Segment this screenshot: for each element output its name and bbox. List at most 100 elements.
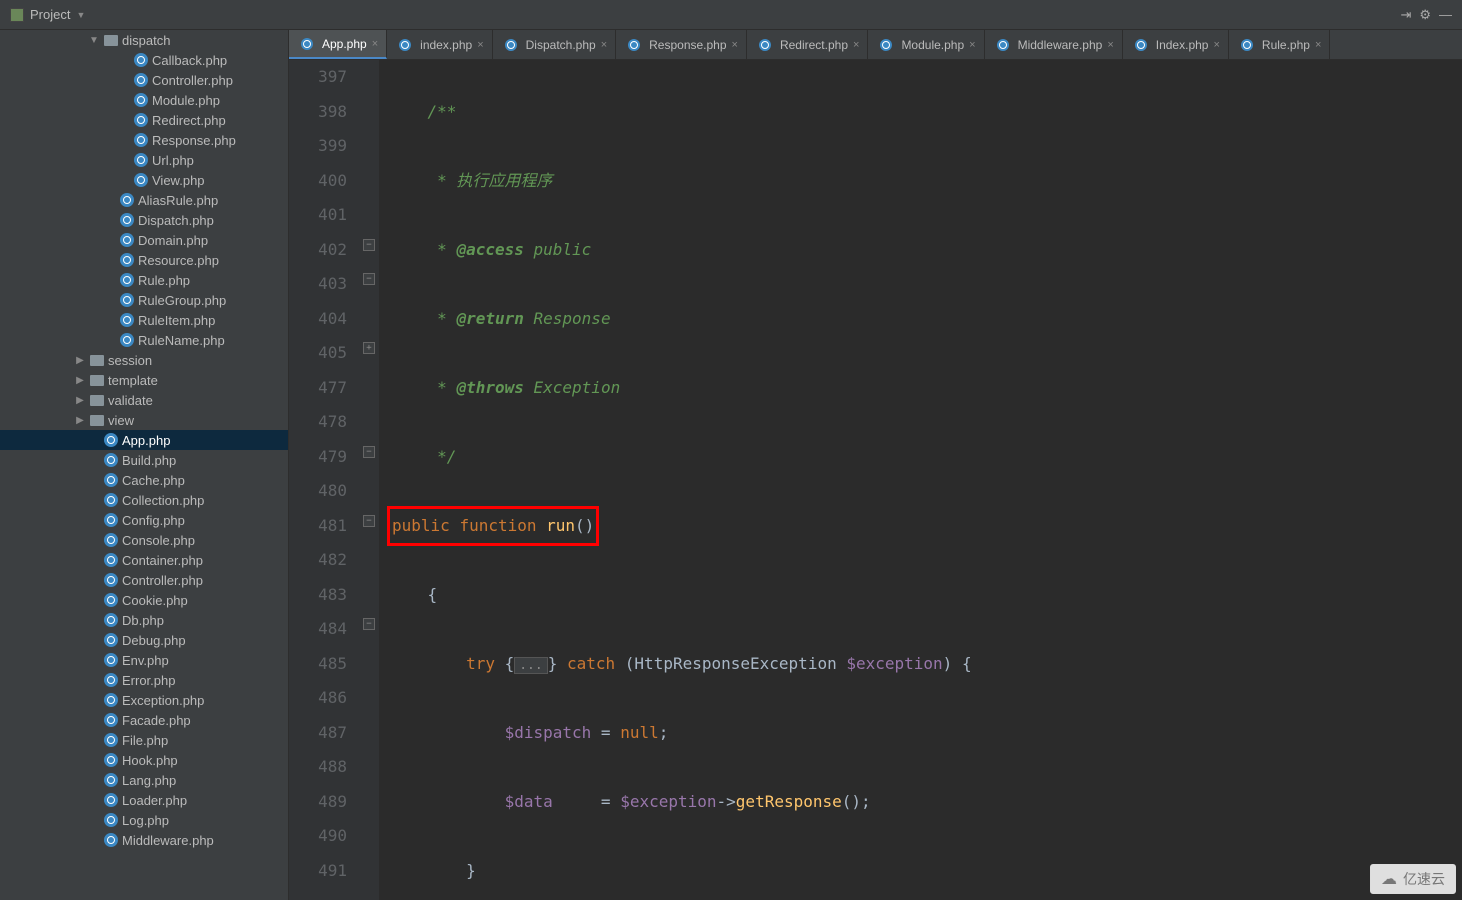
file-item[interactable]: Facade.php [0, 710, 288, 730]
file-item[interactable]: Error.php [0, 670, 288, 690]
collapse-icon[interactable]: ⇥ [1400, 7, 1411, 23]
php-icon [120, 213, 134, 227]
file-item[interactable]: Hook.php [0, 750, 288, 770]
php-icon [104, 733, 118, 747]
php-icon [134, 173, 148, 187]
file-item[interactable]: Resource.php [0, 250, 288, 270]
file-item[interactable]: Exception.php [0, 690, 288, 710]
editor-tab[interactable]: Dispatch.php × [493, 30, 616, 59]
folder-icon [90, 375, 104, 386]
file-item[interactable]: View.php [0, 170, 288, 190]
settings-icon[interactable]: ⚙ [1419, 7, 1431, 23]
file-item[interactable]: Collection.php [0, 490, 288, 510]
folder-dispatch[interactable]: ▼ dispatch [0, 30, 288, 50]
folder-icon [90, 355, 104, 366]
editor-tab[interactable]: Rule.php × [1229, 30, 1330, 59]
close-icon[interactable]: × [969, 39, 975, 51]
code-content[interactable]: /** * 执行应用程序 * @access public * @return … [379, 60, 1227, 900]
line-number: 403 [295, 267, 347, 302]
file-item[interactable]: Debug.php [0, 630, 288, 650]
editor-tab[interactable]: Middleware.php × [985, 30, 1123, 59]
php-icon [120, 293, 134, 307]
editor-tab[interactable]: index.php × [387, 30, 492, 59]
file-item[interactable]: Container.php [0, 550, 288, 570]
file-item[interactable]: Cache.php [0, 470, 288, 490]
line-number: 397 [295, 60, 347, 95]
editor-tab[interactable]: Redirect.php × [747, 30, 868, 59]
file-item[interactable]: Middleware.php [0, 830, 288, 850]
code-editor[interactable]: 3973983994004014024034044054774784794804… [289, 60, 1462, 900]
file-item[interactable]: App.php [0, 430, 288, 450]
project-tree[interactable]: ▼ dispatch Callback.php Controller.php M… [0, 30, 289, 900]
folder-template[interactable]: ▶ template [0, 370, 288, 390]
file-label: Facade.php [122, 713, 191, 728]
close-icon[interactable]: × [853, 39, 859, 51]
file-item[interactable]: Response.php [0, 130, 288, 150]
editor-tab[interactable]: Module.php × [868, 30, 984, 59]
folder-view[interactable]: ▶ view [0, 410, 288, 430]
folder-label: validate [108, 393, 153, 408]
php-icon [104, 713, 118, 727]
file-label: Resource.php [138, 253, 219, 268]
file-item[interactable]: Rule.php [0, 270, 288, 290]
file-item[interactable]: Env.php [0, 650, 288, 670]
file-item[interactable]: Db.php [0, 610, 288, 630]
hide-icon[interactable]: — [1439, 7, 1452, 23]
fold-expand-icon[interactable]: + [363, 342, 375, 354]
close-icon[interactable]: × [601, 39, 607, 51]
close-icon[interactable]: × [732, 39, 738, 51]
file-item[interactable]: Module.php [0, 90, 288, 110]
line-number: 484 [295, 612, 347, 647]
file-item[interactable]: Callback.php [0, 50, 288, 70]
folder-label: template [108, 373, 158, 388]
code-token: * 执行应用程序 [428, 171, 553, 190]
folder-validate[interactable]: ▶ validate [0, 390, 288, 410]
php-icon [134, 133, 148, 147]
file-item[interactable]: Lang.php [0, 770, 288, 790]
close-icon[interactable]: × [1315, 39, 1321, 51]
folder-session[interactable]: ▶ session [0, 350, 288, 370]
file-item[interactable]: AliasRule.php [0, 190, 288, 210]
project-selector[interactable]: Project ▼ [0, 0, 95, 29]
fold-marker-icon[interactable]: − [363, 239, 375, 251]
editor-tab[interactable]: App.php × [289, 30, 387, 59]
editor-tab[interactable]: Response.php × [616, 30, 747, 59]
close-icon[interactable]: × [477, 39, 483, 51]
close-icon[interactable]: × [1107, 39, 1113, 51]
file-item[interactable]: Config.php [0, 510, 288, 530]
file-item[interactable]: Url.php [0, 150, 288, 170]
file-item[interactable]: Domain.php [0, 230, 288, 250]
file-item[interactable]: RuleName.php [0, 330, 288, 350]
folder-icon [90, 415, 104, 426]
editor-tab[interactable]: Index.php × [1123, 30, 1229, 59]
close-icon[interactable]: × [372, 38, 378, 50]
file-item[interactable]: Build.php [0, 450, 288, 470]
code-token: ; [659, 723, 669, 742]
file-item[interactable]: Redirect.php [0, 110, 288, 130]
php-icon [120, 273, 134, 287]
file-item[interactable]: Loader.php [0, 790, 288, 810]
line-number: 401 [295, 198, 347, 233]
file-item[interactable]: Log.php [0, 810, 288, 830]
fold-ellipsis[interactable]: ... [514, 657, 547, 674]
file-item[interactable]: Controller.php [0, 570, 288, 590]
php-icon [134, 113, 148, 127]
file-item[interactable]: Console.php [0, 530, 288, 550]
close-icon[interactable]: × [1213, 39, 1219, 51]
file-item[interactable]: Dispatch.php [0, 210, 288, 230]
code-token: Exception [524, 378, 620, 397]
file-item[interactable]: RuleGroup.php [0, 290, 288, 310]
php-icon [104, 673, 118, 687]
file-item[interactable]: Cookie.php [0, 590, 288, 610]
file-item[interactable]: File.php [0, 730, 288, 750]
file-label: Loader.php [122, 793, 187, 808]
file-item[interactable]: Controller.php [0, 70, 288, 90]
file-item[interactable]: RuleItem.php [0, 310, 288, 330]
line-number: 398 [295, 95, 347, 130]
line-number: 480 [295, 474, 347, 509]
fold-marker-icon[interactable]: − [363, 515, 375, 527]
fold-marker-icon[interactable]: − [363, 618, 375, 630]
fold-marker-icon[interactable]: − [363, 273, 375, 285]
php-icon [104, 793, 118, 807]
fold-marker-icon[interactable]: − [363, 446, 375, 458]
